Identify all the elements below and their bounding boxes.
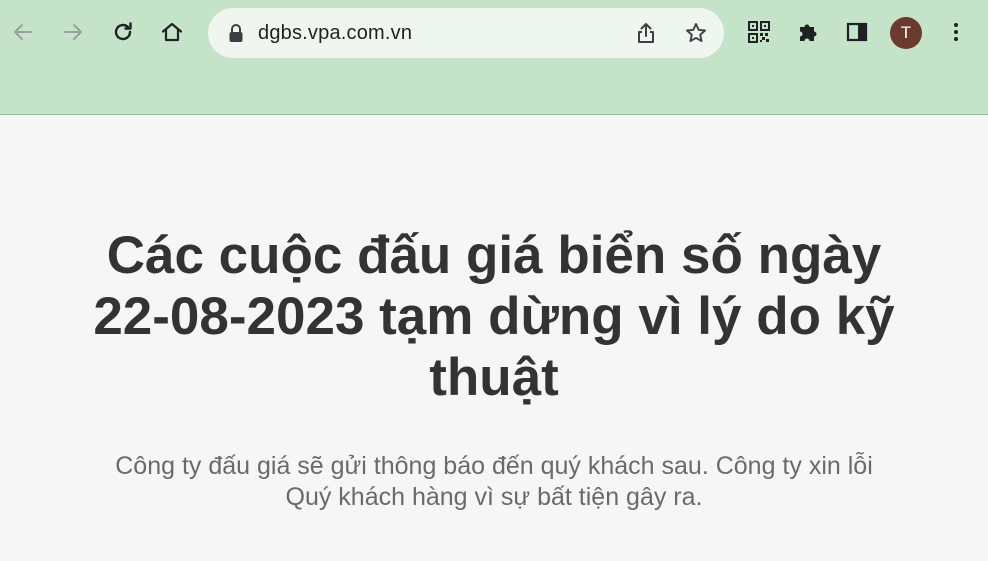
- star-icon[interactable]: [682, 19, 710, 47]
- extensions-button[interactable]: [790, 14, 826, 50]
- qr-code-icon: [748, 21, 770, 43]
- address-bar[interactable]: dgbs.vpa.com.vn: [208, 8, 724, 58]
- qr-code-button[interactable]: [741, 14, 777, 50]
- page-title: Các cuộc đấu giá biển số ngày 22-08-2023…: [40, 225, 948, 408]
- arrow-left-icon: [14, 24, 32, 40]
- browser-toolbar: dgbs.vpa.com.vn T: [0, 0, 988, 115]
- url-text[interactable]: dgbs.vpa.com.vn: [258, 8, 412, 58]
- side-panel-icon: [846, 22, 868, 42]
- lock-icon[interactable]: [228, 23, 244, 43]
- page-title-line: Các cuộc đấu giá biển số ngày: [106, 226, 882, 285]
- share-icon[interactable]: [632, 19, 660, 47]
- notice-message-line: Quý khách hàng vì sự bất tiện gây ra.: [285, 483, 703, 511]
- reload-button[interactable]: [105, 14, 141, 50]
- home-button[interactable]: [154, 14, 190, 50]
- page-title-line: 22-08-2023 tạm dừng vì lý do kỹ: [93, 287, 895, 346]
- page-content: Các cuộc đấu giá biển số ngày 22-08-2023…: [0, 115, 988, 561]
- menu-button[interactable]: [938, 14, 974, 50]
- arrow-right-icon: [64, 24, 82, 40]
- forward-button[interactable]: [55, 14, 91, 50]
- notice-message: Công ty đấu giá sẽ gửi thông báo đến quý…: [50, 451, 938, 513]
- notice-message-line: Công ty đấu giá sẽ gửi thông báo đến quý…: [115, 452, 873, 480]
- back-button[interactable]: [5, 14, 41, 50]
- side-panel-button[interactable]: [839, 14, 875, 50]
- puzzle-icon: [800, 24, 817, 41]
- kebab-menu-icon: [954, 23, 958, 41]
- home-icon: [161, 22, 183, 42]
- reload-icon: [114, 22, 132, 41]
- page-title-line: thuật: [429, 348, 559, 407]
- profile-avatar[interactable]: T: [890, 17, 922, 49]
